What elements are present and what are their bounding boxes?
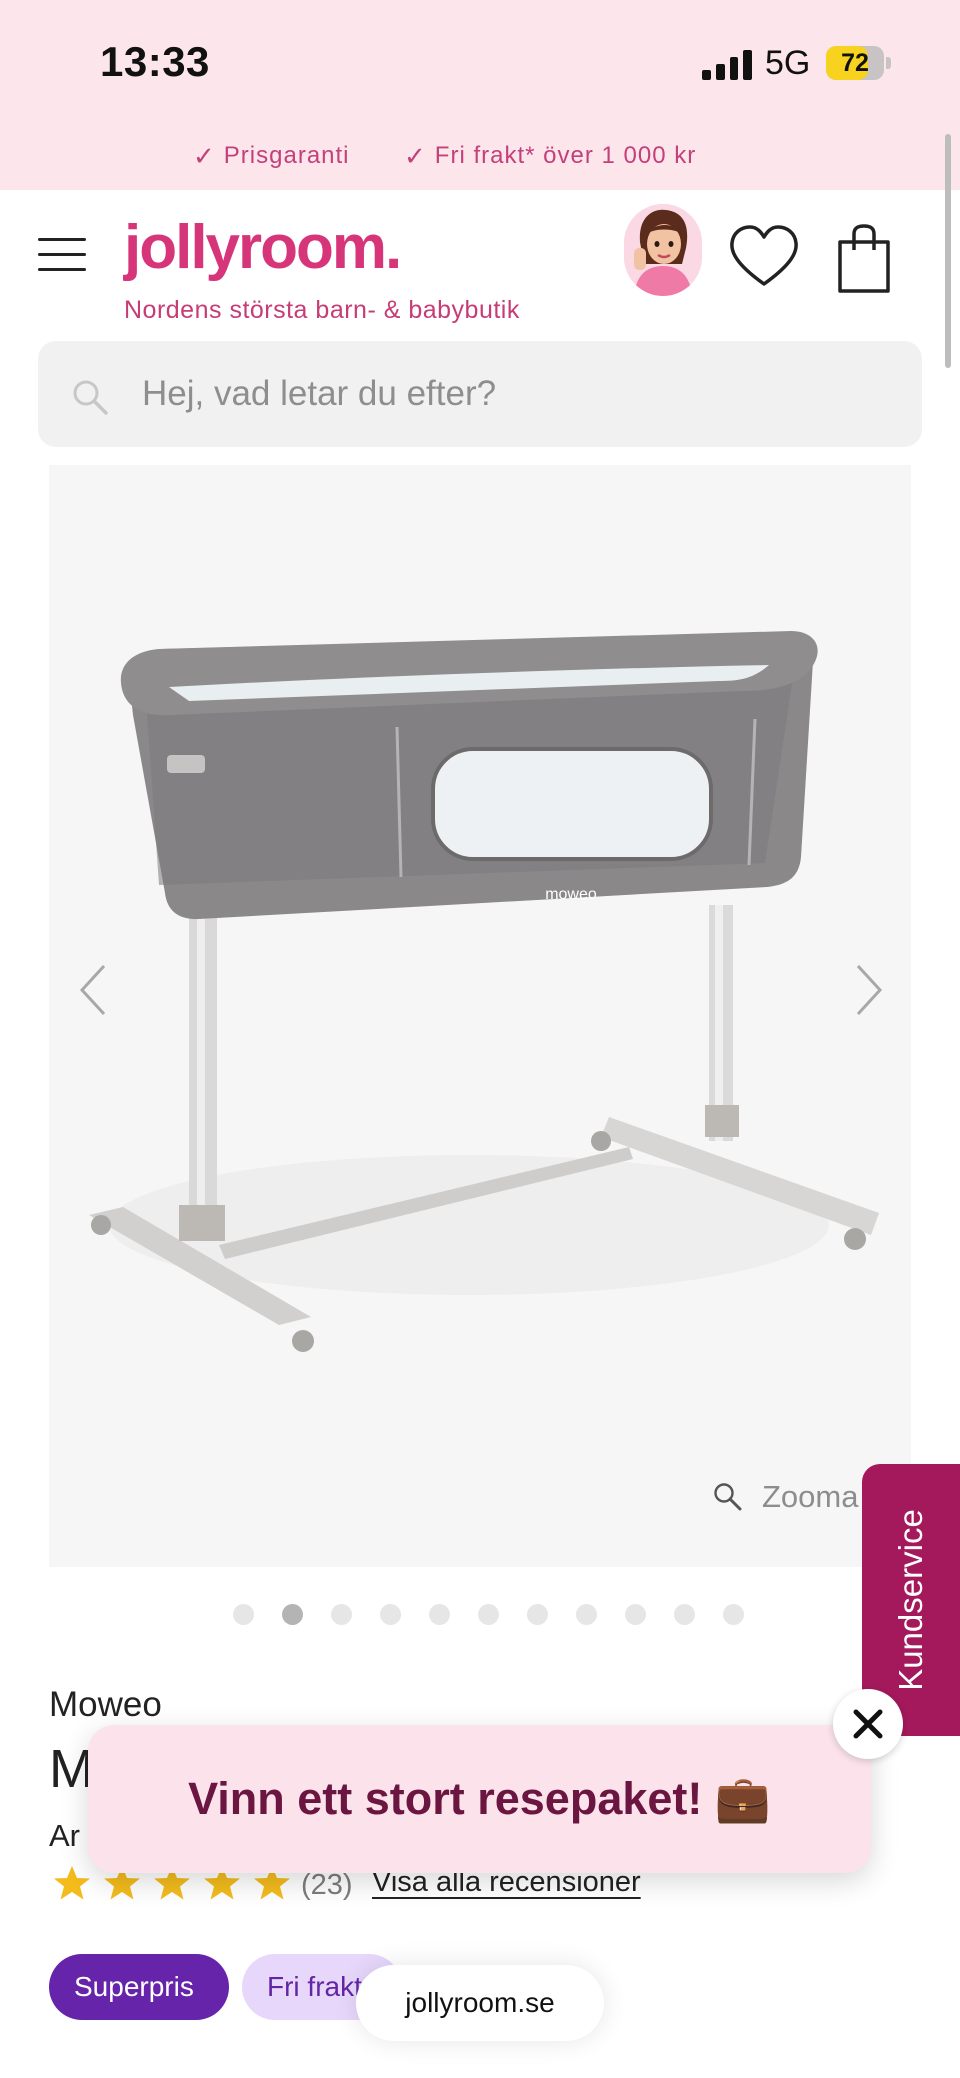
assistant-avatar[interactable] — [624, 204, 702, 296]
gallery-dot[interactable] — [625, 1604, 646, 1625]
search-input[interactable] — [142, 341, 882, 447]
close-icon[interactable] — [833, 1689, 903, 1759]
gallery-dot[interactable] — [478, 1604, 499, 1625]
shopping-bag-icon[interactable] — [836, 224, 892, 294]
promo-text: Vinn ett stort resepaket! 💼 — [188, 1773, 771, 1824]
site-tagline: Nordens största barn- & babybutik — [124, 296, 520, 324]
battery-level: 72 — [841, 49, 869, 77]
gallery-pagination — [233, 1604, 744, 1628]
search-icon — [70, 377, 110, 417]
gallery-dot[interactable] — [527, 1604, 548, 1625]
product-subtitle: Ar — [49, 1818, 80, 1853]
review-count: (23) — [301, 1869, 353, 1901]
star-icon — [53, 1865, 91, 1901]
gallery-dot[interactable] — [380, 1604, 401, 1625]
network-label: 5G — [765, 44, 811, 82]
gallery-dot[interactable] — [429, 1604, 450, 1625]
product-logo: moweo — [545, 886, 597, 903]
search-bar[interactable] — [38, 341, 922, 447]
zoom-button[interactable]: Zooma — [762, 1479, 858, 1515]
signal-icon — [702, 48, 752, 80]
gallery-dot[interactable] — [576, 1604, 597, 1625]
gallery-dot[interactable] — [282, 1604, 303, 1625]
gallery-prev-arrow-icon[interactable] — [74, 960, 114, 1020]
gallery-dot[interactable] — [331, 1604, 352, 1625]
product-brand[interactable]: Moweo — [49, 1685, 162, 1725]
check-icon: ✓ — [193, 140, 216, 171]
battery-icon: 72 — [826, 46, 891, 80]
product-image[interactable]: moweo — [49, 465, 911, 1567]
gallery-next-arrow-icon[interactable] — [848, 960, 888, 1020]
usp-fri-frakt: ✓ Fri frakt* över 1 000 kr — [404, 140, 696, 172]
check-icon: ✓ — [404, 140, 427, 171]
heart-icon[interactable] — [728, 224, 800, 290]
status-time: 13:33 — [100, 38, 210, 85]
site-logo[interactable]: jollyroom. — [124, 212, 402, 283]
gallery-dot[interactable] — [233, 1604, 254, 1625]
browser-url-bar[interactable]: jollyroom.se — [356, 1965, 604, 2041]
usp-label: Prisgaranti — [223, 142, 350, 169]
superpris-badge: Superpris — [49, 1954, 229, 2020]
gallery-dot[interactable] — [674, 1604, 695, 1625]
page-scrollbar[interactable] — [945, 134, 951, 368]
hamburger-menu-icon[interactable] — [38, 238, 86, 272]
usp-prisgaranti: ✓ Prisgaranti — [193, 140, 350, 172]
usp-label: Fri frakt* över 1 000 kr — [434, 142, 697, 169]
gallery-dot[interactable] — [723, 1604, 744, 1625]
zoom-icon[interactable] — [712, 1481, 742, 1511]
promo-banner[interactable]: Vinn ett stort resepaket! 💼 — [88, 1725, 871, 1873]
kundservice-label: Kundservice — [892, 1509, 929, 1691]
